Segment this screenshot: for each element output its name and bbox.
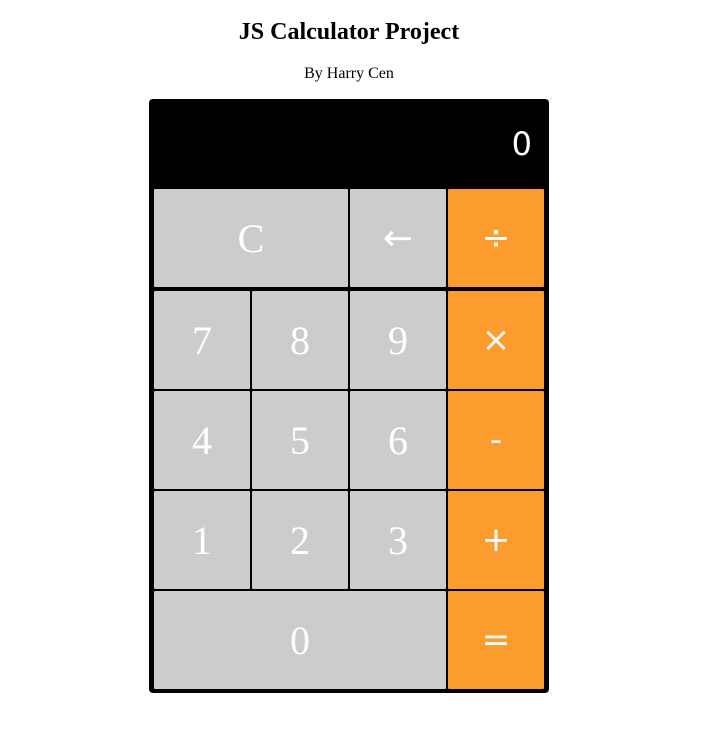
add-button[interactable]: + — [447, 490, 545, 590]
digit-4-button[interactable]: 4 — [153, 390, 251, 490]
page-title: JS Calculator Project — [238, 19, 460, 45]
digit-9-button[interactable]: 9 — [349, 290, 447, 390]
subtract-button[interactable]: - — [447, 390, 545, 490]
digit-6-button[interactable]: 6 — [349, 390, 447, 490]
divide-button[interactable]: ÷ — [447, 188, 545, 288]
digit-7-button[interactable]: 7 — [153, 290, 251, 390]
backspace-button[interactable]: ← — [349, 188, 447, 288]
calculator-display: 0 — [149, 99, 549, 187]
multiply-button[interactable]: × — [447, 290, 545, 390]
digit-0-button[interactable]: 0 — [153, 590, 447, 690]
digit-3-button[interactable]: 3 — [349, 490, 447, 590]
equals-button[interactable]: = — [447, 590, 545, 690]
digit-1-button[interactable]: 1 — [153, 490, 251, 590]
digit-2-button[interactable]: 2 — [251, 490, 349, 590]
clear-button[interactable]: C — [153, 188, 349, 288]
digit-8-button[interactable]: 8 — [251, 290, 349, 390]
calculator: 0 C ← ÷ 7 8 9 × 4 5 6 - 1 2 3 + 0 = — [149, 99, 549, 693]
display-value: 0 — [511, 125, 532, 163]
page-subtitle: By Harry Cen — [304, 65, 394, 82]
digit-5-button[interactable]: 5 — [251, 390, 349, 490]
